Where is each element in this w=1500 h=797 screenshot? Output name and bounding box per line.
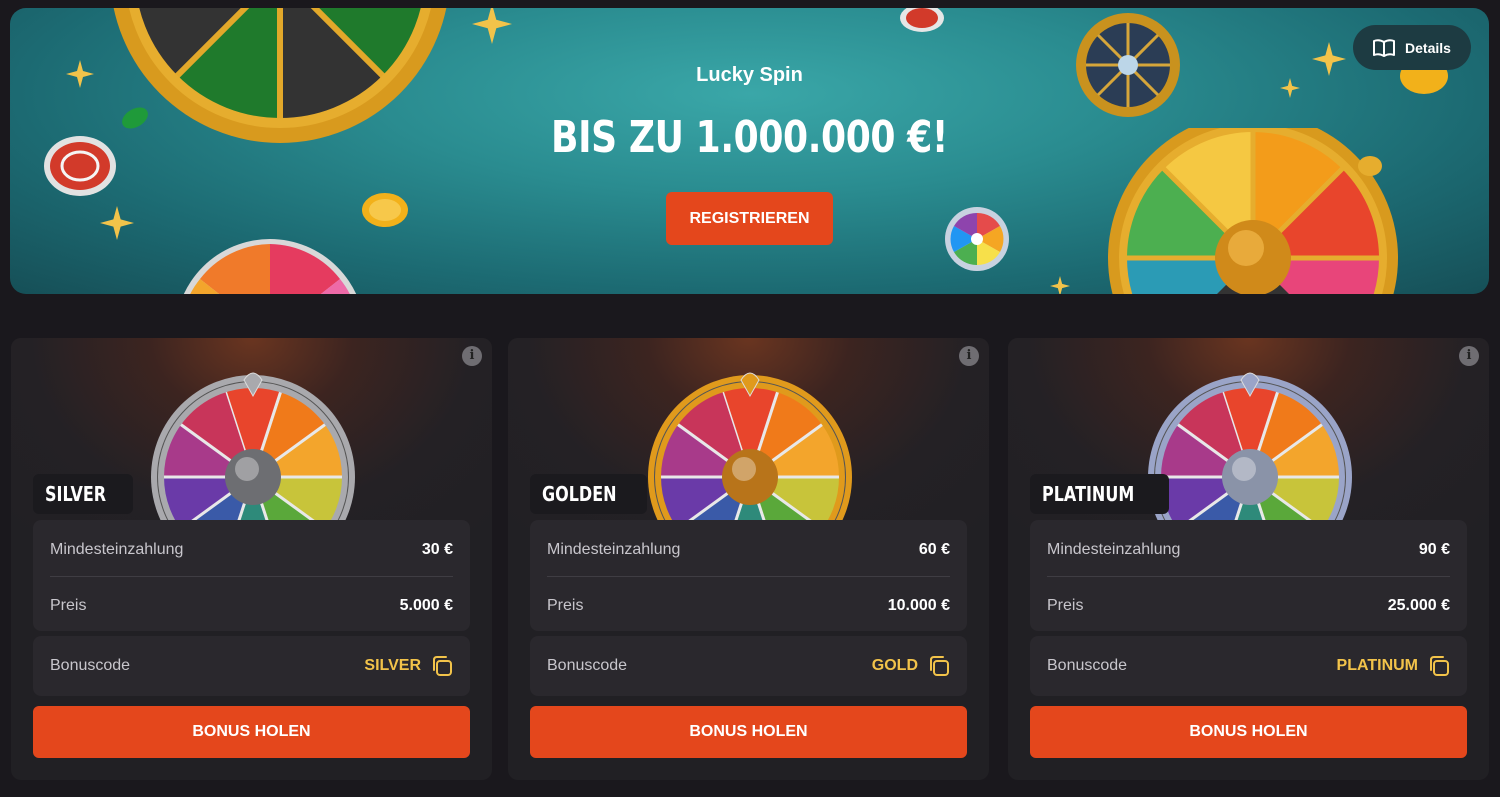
poker-chip-left [44,136,116,196]
price-label: Preis [547,597,584,614]
book-icon [1373,38,1396,57]
sparkle-icon [472,8,512,44]
min-deposit-row: Mindesteinzahlung 30 € [50,539,453,561]
min-deposit-row: Mindesteinzahlung 90 € [1047,539,1450,561]
gold-coin [362,193,408,227]
price-row: Preis 25.000 € [1047,595,1450,617]
info-icon[interactable]: i [1459,346,1479,366]
promo-amount: BIS ZU 1.000.000 €! [551,112,948,163]
bottom-left-wheel-decoration [183,239,357,294]
bonus-code-label: Bonuscode [547,657,628,674]
price-label: Preis [1047,597,1084,614]
get-bonus-button[interactable]: BONUS HOLEN [1030,706,1467,758]
bonus-code-copy[interactable]: GOLD [872,655,950,677]
min-deposit-row: Mindesteinzahlung 60 € [547,539,950,561]
divider [547,576,950,577]
deposit-price-box: Mindesteinzahlung 60 € Preis 10.000 € [530,520,967,631]
bonus-code-label: Bonuscode [1047,657,1128,674]
min-deposit-value: 30 € [421,541,453,558]
sparkle-icon [100,206,134,240]
copy-icon[interactable] [928,655,950,677]
bonus-code-value: PLATINUM [1336,657,1418,674]
deposit-price-box: Mindesteinzahlung 30 € Preis 5.000 € [33,520,470,631]
sparkle-icon [1050,276,1070,294]
price-row: Preis 5.000 € [50,595,453,617]
bonus-code-value: GOLD [871,657,918,674]
bonus-code-copy[interactable]: PLATINUM [1337,655,1450,677]
bonus-code-box: Bonuscode GOLD [530,636,967,696]
wheel-image [645,372,855,520]
chip-top-center [900,8,944,32]
bonus-code-box: Bonuscode SILVER [33,636,470,696]
tier-badge: SILVER [33,474,134,514]
bonus-code-row: Bonuscode PLATINUM [1047,655,1450,677]
wheel-image [1145,372,1355,520]
register-button[interactable]: REGISTRIEREN [666,192,833,245]
bonus-code-row: Bonuscode GOLD [547,655,950,677]
bonus-card-silver: i SILVER Mindesteinzahlung 30 € Preis 5.… [11,338,492,780]
tier-label: PLATINUM [1042,482,1135,506]
price-value: 10.000 € [887,597,950,614]
tier-badge: GOLDEN [530,474,648,514]
get-bonus-button[interactable]: BONUS HOLEN [530,706,967,758]
rainbow-chip [945,207,1009,271]
bonus-card-golden: i GOLDEN Mindesteinzahlung 60 € Preis 10… [508,338,989,780]
deposit-price-box: Mindesteinzahlung 90 € Preis 25.000 € [1030,520,1467,631]
copy-icon[interactable] [1428,655,1450,677]
price-value: 5.000 € [399,597,453,614]
price-row: Preis 10.000 € [547,595,950,617]
bonus-code-label: Bonuscode [50,657,131,674]
bonus-code-copy[interactable]: SILVER [364,655,453,677]
wheel-image [148,372,358,520]
min-deposit-label: Mindesteinzahlung [1047,541,1181,558]
divider [50,576,453,577]
tier-badge: PLATINUM [1030,474,1170,514]
divider [1047,576,1450,577]
price-value: 25.000 € [1387,597,1450,614]
tier-label: SILVER [45,482,107,506]
bonus-card-platinum: i PLATINUM Mindesteinzahlung 90 € Preis … [1008,338,1489,780]
details-label: Details [1405,39,1451,56]
min-deposit-value: 60 € [918,541,950,558]
bonus-code-box: Bonuscode PLATINUM [1030,636,1467,696]
tier-label: GOLDEN [542,482,617,506]
info-icon[interactable]: i [462,346,482,366]
bonus-code-row: Bonuscode SILVER [50,655,453,677]
promo-title: Lucky Spin [696,64,803,86]
copy-icon[interactable] [431,655,453,677]
min-deposit-value: 90 € [1418,541,1450,558]
info-icon[interactable]: i [959,346,979,366]
bonus-code-value: SILVER [364,657,421,674]
min-deposit-label: Mindesteinzahlung [547,541,681,558]
min-deposit-label: Mindesteinzahlung [50,541,184,558]
details-button[interactable]: Details [1353,25,1471,70]
hero-banner: Lucky Spin BIS ZU 1.000.000 €! REGISTRIE… [10,8,1489,294]
get-bonus-button[interactable]: BONUS HOLEN [33,706,470,758]
price-label: Preis [50,597,87,614]
